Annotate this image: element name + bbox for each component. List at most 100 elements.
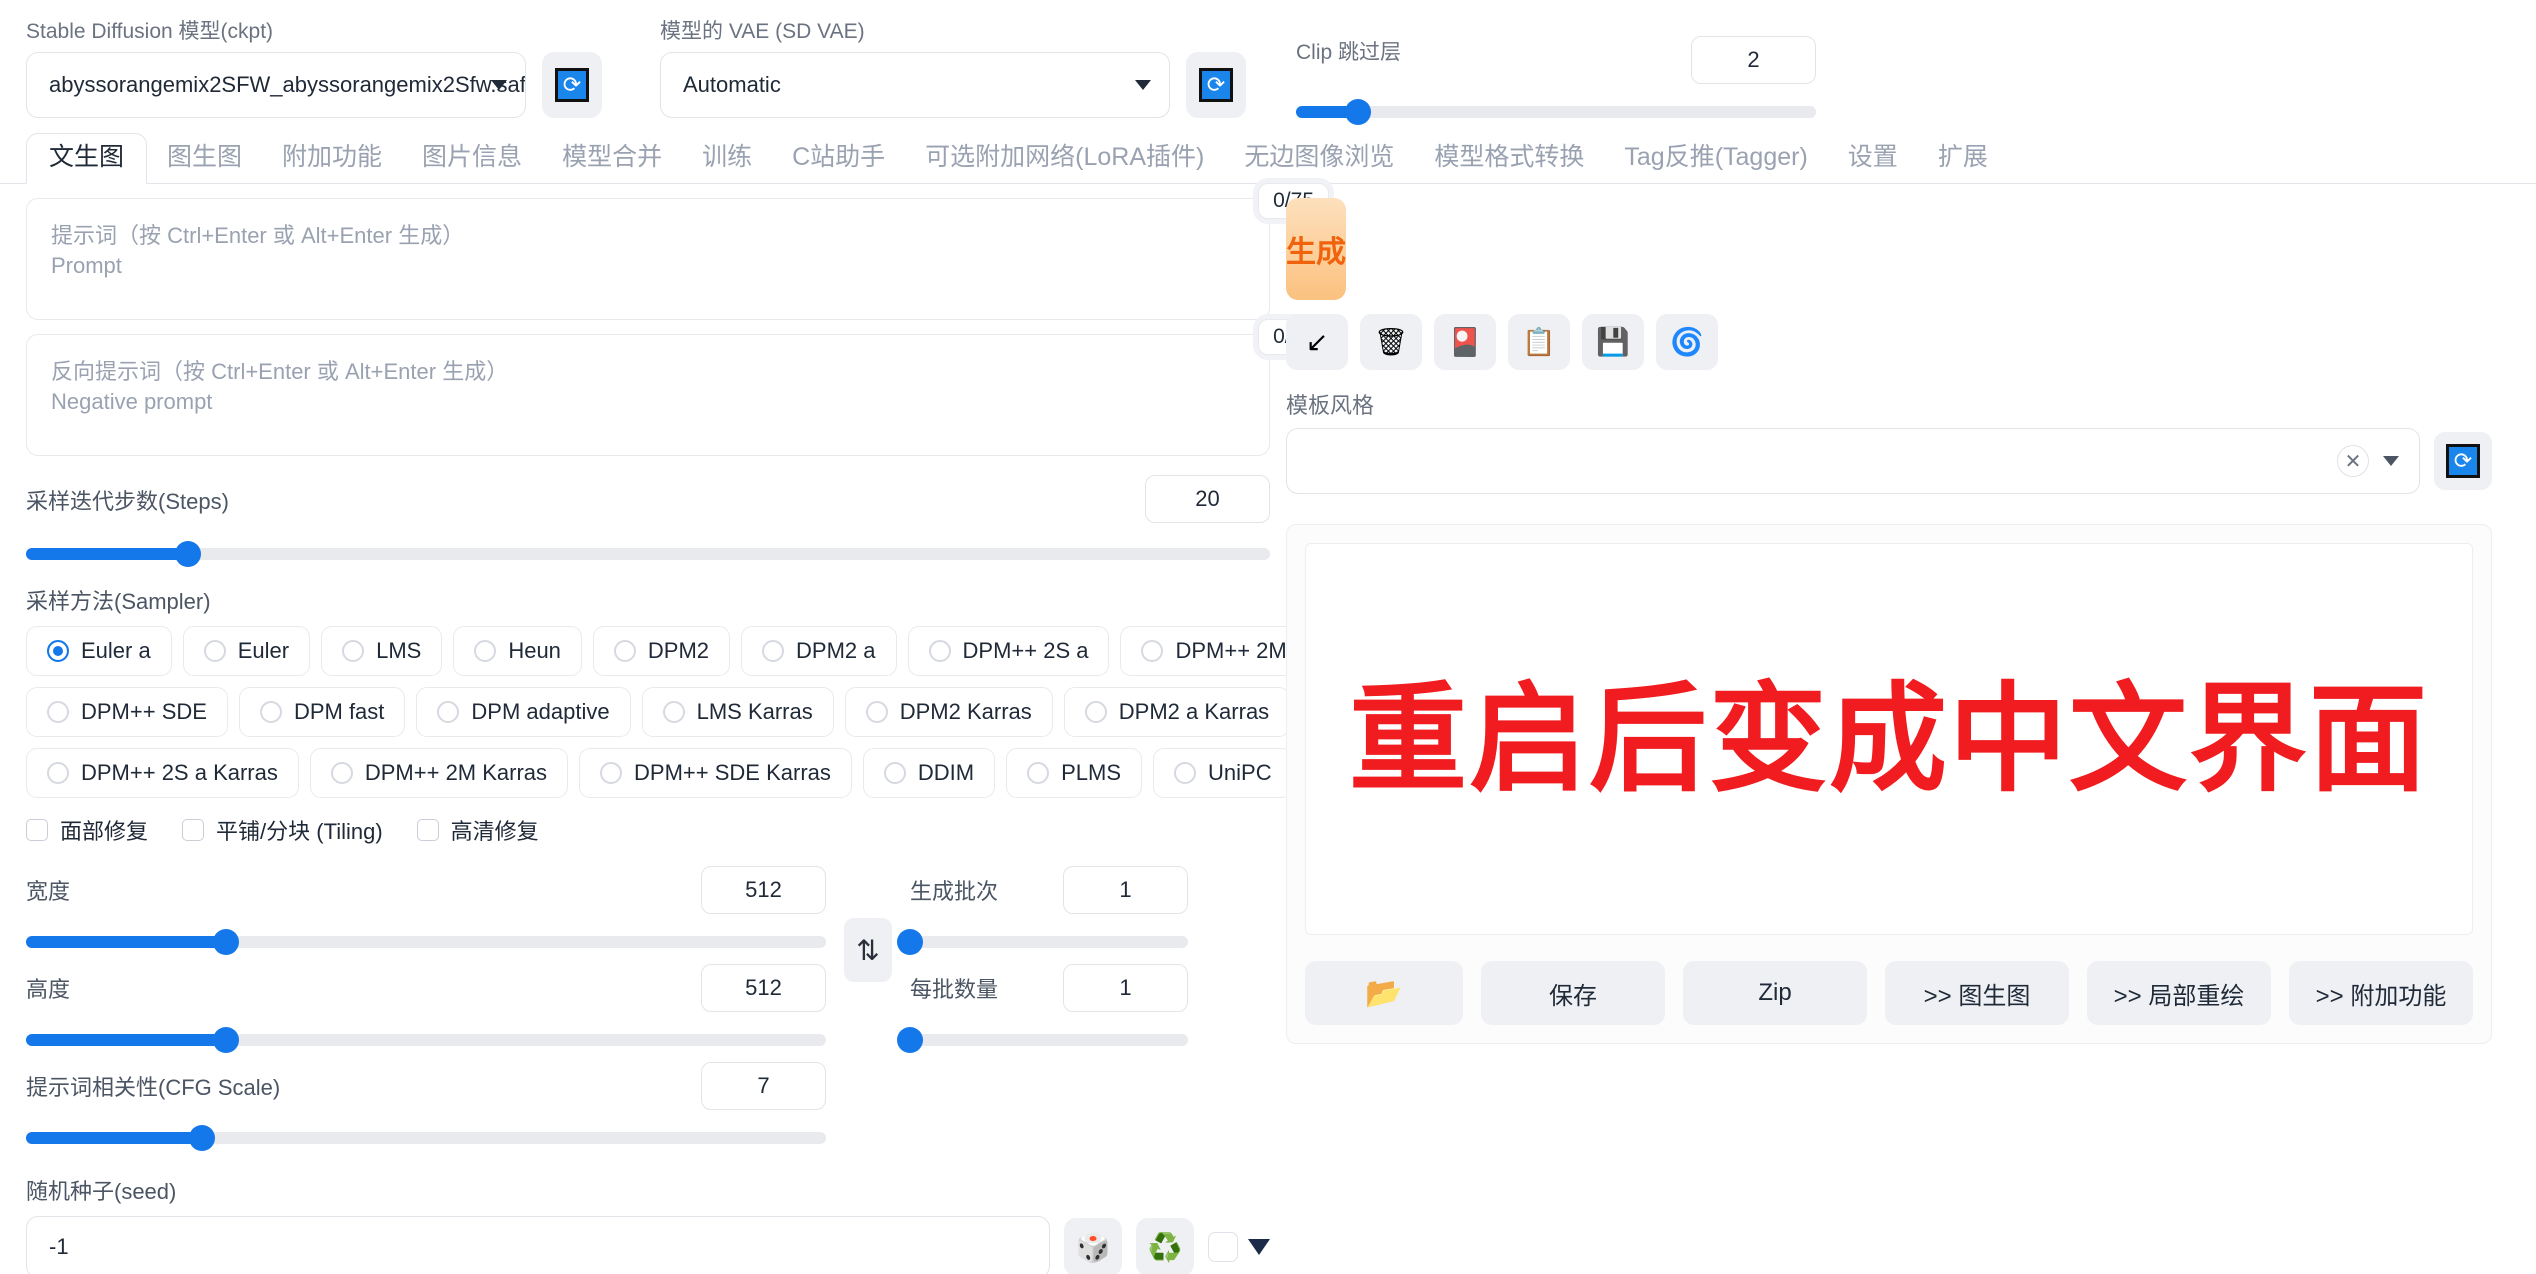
save-icon: 💾 — [1596, 327, 1630, 357]
sampler-option-dpm2-a-karras[interactable]: DPM2 a Karras — [1063, 687, 1291, 737]
sampler-option-lms-karras[interactable]: LMS Karras — [641, 687, 834, 737]
refresh-icon: ⟳ — [555, 68, 589, 102]
checkpoint-field: Stable Diffusion 模型(ckpt) abyssorangemix… — [26, 20, 526, 118]
batch-count-value[interactable]: 1 — [1063, 866, 1188, 914]
refresh-vae-button[interactable]: ⟳ — [1186, 52, 1246, 118]
refresh-styles-button[interactable]: ⟳ — [2434, 432, 2492, 490]
arrow-down-left-button[interactable]: ↙ — [1286, 314, 1348, 370]
random-seed-button[interactable]: 🎲 — [1064, 1218, 1122, 1274]
swap-dimensions-button[interactable]: ⇅ — [844, 918, 892, 982]
styles-dropdown[interactable]: ✕ — [1286, 428, 2420, 494]
card-button[interactable]: 🎴 — [1434, 314, 1496, 370]
clip-skip-value[interactable]: 2 — [1691, 36, 1816, 84]
sampler-option-lms[interactable]: LMS — [321, 626, 443, 676]
cfg-value[interactable]: 7 — [701, 1062, 826, 1110]
sampler-option-label: Euler — [237, 638, 290, 663]
sampler-option-dpm-2m-karras[interactable]: DPM++ 2M Karras — [309, 748, 569, 798]
zip-button[interactable]: Zip — [1683, 961, 1867, 1025]
negative-prompt-textarea[interactable]: 反向提示词（按 Ctrl+Enter 或 Alt+Enter 生成） Negat… — [26, 319, 1329, 456]
radio-icon — [762, 640, 785, 662]
clip-skip-slider[interactable] — [1296, 99, 1816, 125]
tab-9[interactable]: 模型格式转换 — [1414, 134, 1604, 184]
sampler-option-label: LMS Karras — [696, 699, 813, 724]
sampler-option-dpm-adaptive[interactable]: DPM adaptive — [416, 687, 631, 737]
tab-4[interactable]: 模型合并 — [542, 134, 682, 184]
sampler-option-dpm-fast[interactable]: DPM fast — [238, 687, 406, 737]
sampler-option-dpm-sde-karras[interactable]: DPM++ SDE Karras — [579, 748, 852, 798]
checkpoint-value: abyssorangemix2SFW_abyssorangemix2Sfw.sa… — [49, 72, 526, 97]
cyclone-icon: 🌀 — [1670, 327, 1704, 357]
vae-select[interactable]: Automatic — [660, 52, 1170, 118]
sampler-option-dpm2-karras[interactable]: DPM2 Karras — [844, 687, 1053, 737]
main-tab-bar: 文生图 图生图 附加功能 图片信息 模型合并 训练 C站助手 可选附加网络(LoRA插件) 无边… — [0, 128, 2536, 184]
open-folder-button[interactable]: 📂 — [1305, 961, 1463, 1025]
seed-extra-checkbox[interactable] — [1208, 1232, 1238, 1262]
width-value[interactable]: 512 — [701, 866, 826, 914]
checkbox-平铺-分块-Tiling-[interactable]: 平铺/分块 (Tiling) — [182, 814, 383, 846]
generate-button[interactable]: 生成 — [1286, 198, 1346, 300]
result-gallery-panel: 重启后变成中文界面 📂 保存 Zip >> 图生图 >> 局部重绘 >> 附加功能 — [1286, 524, 2492, 1044]
tab-1[interactable]: 图生图 — [147, 134, 262, 184]
sampler-option-dpm-2s-a[interactable]: DPM++ 2S a — [907, 626, 1110, 676]
send-to-extras-button[interactable]: >> 附加功能 — [2289, 961, 2473, 1025]
sampler-option-dpm2-a[interactable]: DPM2 a — [741, 626, 897, 676]
chevron-down-icon — [1135, 80, 1151, 90]
sampler-option-euler[interactable]: Euler — [182, 626, 311, 676]
checkpoint-select[interactable]: abyssorangemix2SFW_abyssorangemix2Sfw.sa… — [26, 52, 526, 118]
tab-5[interactable]: 训练 — [682, 134, 772, 184]
tab-8[interactable]: 无边图像浏览 — [1224, 134, 1414, 184]
save-button[interactable]: 保存 — [1481, 961, 1665, 1025]
tab-10[interactable]: Tag反推(Tagger) — [1604, 134, 1827, 184]
radio-icon — [1027, 762, 1050, 784]
tab-11[interactable]: 设置 — [1828, 134, 1918, 184]
batch-size-slider[interactable] — [897, 1027, 1188, 1053]
tab-0[interactable]: 文生图 — [26, 132, 148, 184]
radio-icon — [342, 640, 365, 662]
batch-count-label: 生成批次 — [910, 879, 999, 904]
batch-count-slider[interactable] — [897, 929, 1188, 955]
trash-icon: 🗑 — [1373, 327, 1409, 357]
close-icon[interactable]: ✕ — [2337, 445, 2369, 477]
steps-value[interactable]: 20 — [1145, 475, 1270, 523]
checkbox-面部修复[interactable]: 面部修复 — [26, 814, 148, 846]
height-slider[interactable] — [26, 1027, 826, 1053]
refresh-checkpoints-button[interactable]: ⟳ — [542, 52, 602, 118]
sampler-option-heun[interactable]: Heun — [453, 626, 582, 676]
trash-button[interactable]: 🗑 — [1360, 314, 1422, 370]
height-value[interactable]: 512 — [701, 964, 826, 1012]
sampler-option-ddim[interactable]: DDIM — [862, 748, 996, 798]
sampler-option-euler-a[interactable]: Euler a — [26, 626, 172, 676]
prompt-textarea[interactable]: 提示词（按 Ctrl+Enter 或 Alt+Enter 生成） Prompt … — [26, 183, 1329, 320]
cfg-slider[interactable] — [26, 1125, 826, 1151]
height-field: 高度 512 — [26, 964, 826, 1053]
tab-6[interactable]: C站助手 — [772, 134, 905, 184]
chevron-down-icon — [2383, 456, 2399, 466]
seed-input[interactable]: -1 — [26, 1216, 1050, 1274]
tab-2[interactable]: 附加功能 — [262, 134, 402, 184]
checkbox-高清修复[interactable]: 高清修复 — [416, 814, 539, 846]
seed-label: 随机种子(seed) — [26, 1179, 177, 1204]
prompt-tool-buttons: ↙ 🗑 🎴 📋 💾 🌀 — [1286, 314, 2492, 370]
result-canvas[interactable]: 重启后变成中文界面 — [1305, 543, 2473, 935]
sampler-option-plms[interactable]: PLMS — [1006, 748, 1143, 798]
height-label: 高度 — [26, 977, 71, 1002]
width-slider[interactable] — [26, 929, 826, 955]
chevron-down-icon[interactable] — [1248, 1239, 1270, 1255]
reuse-seed-button[interactable]: ♻️ — [1136, 1218, 1194, 1274]
save-button[interactable]: 💾 — [1582, 314, 1644, 370]
checkbox-label: 平铺/分块 (Tiling) — [216, 819, 383, 844]
vae-field: 模型的 VAE (SD VAE) Automatic — [660, 20, 1170, 118]
send-to-img2img-button[interactable]: >> 图生图 — [1885, 961, 2069, 1025]
batch-size-value[interactable]: 1 — [1063, 964, 1188, 1012]
sampler-option-dpm-sde[interactable]: DPM++ SDE — [26, 687, 228, 737]
cyclone-button[interactable]: 🌀 — [1656, 314, 1718, 370]
checkbox-icon — [26, 819, 48, 841]
clipboard-button[interactable]: 📋 — [1508, 314, 1570, 370]
tab-12[interactable]: 扩展 — [1918, 134, 2008, 184]
sampler-option-dpm-2s-a-karras[interactable]: DPM++ 2S a Karras — [26, 748, 299, 798]
send-to-inpaint-button[interactable]: >> 局部重绘 — [2087, 961, 2271, 1025]
tab-3[interactable]: 图片信息 — [402, 134, 542, 184]
steps-slider[interactable] — [26, 541, 1270, 567]
sampler-option-dpm2[interactable]: DPM2 — [592, 626, 731, 676]
tab-7[interactable]: 可选附加网络(LoRA插件) — [905, 134, 1224, 184]
